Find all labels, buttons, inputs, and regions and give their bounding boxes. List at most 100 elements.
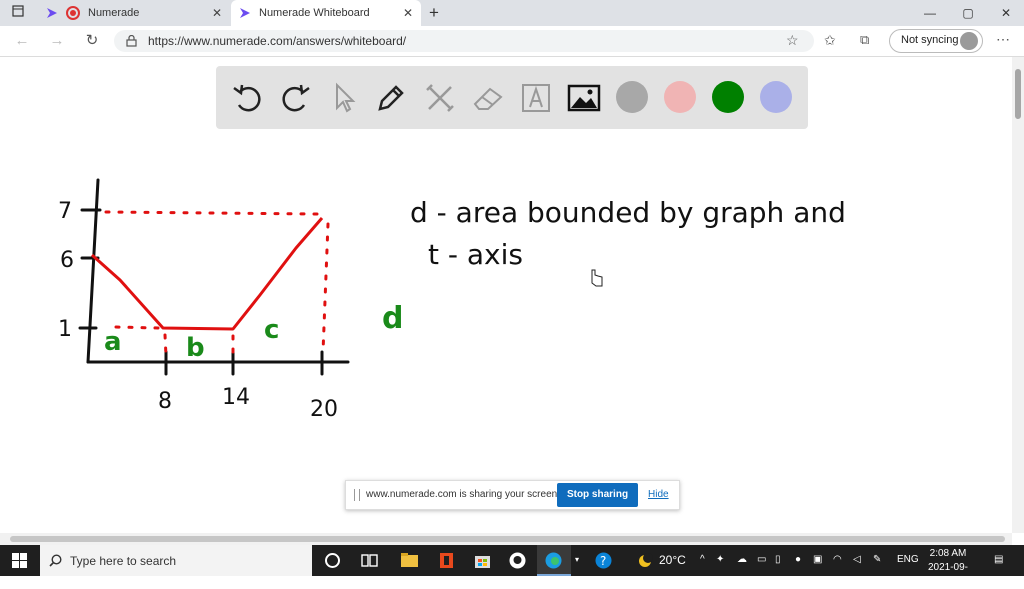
sync-label: Not syncing [901,34,959,46]
weather-moon-icon[interactable] [636,551,655,570]
windows-start-icon[interactable] [12,553,27,568]
pen-icon[interactable] [373,80,409,116]
share-message: www.numerade.com is sharing your screen. [366,489,560,500]
cortana-icon[interactable] [323,551,342,570]
region-label-a: a [104,327,122,357]
clock-date: 2021-09-18 [927,562,969,587]
onedrive-icon[interactable]: ☁ [737,554,747,565]
text-icon[interactable] [518,80,554,116]
new-tab-button[interactable]: + [424,3,444,23]
minimize-icon[interactable]: — [920,3,940,23]
volume-icon[interactable]: ◁ [853,554,861,565]
dropbox-icon[interactable]: ✦ [716,554,724,565]
color-swatch-lavender[interactable] [760,81,792,113]
collections-icon[interactable]: ⧉ [860,32,869,48]
avatar [960,32,978,50]
input-language[interactable]: ENG [897,554,919,565]
more-icon[interactable]: ⋯ [996,31,1010,48]
url-field[interactable]: https://www.numerade.com/answers/whitebo… [114,30,814,52]
taskbar-edge-active[interactable] [537,545,571,576]
note-line-1: d - area bounded by graph and [410,196,846,229]
search-icon [49,554,62,567]
velocity-graph-line [91,217,324,331]
whiteboard-canvas[interactable]: 7 6 1 8 14 20 a b c d d - area bounded b… [0,140,1000,440]
chevron-down-icon[interactable]: ▾ [575,555,579,564]
y-tick-label: 1 [58,317,72,342]
tab-actions-icon[interactable] [8,3,28,23]
vertical-scrollbar[interactable] [1012,57,1024,533]
svg-text:?: ? [600,554,606,568]
close-tab-icon[interactable]: ✕ [212,6,222,20]
color-swatch-pink[interactable] [664,81,696,113]
favorites-icon[interactable]: ✩ [824,32,836,49]
record-icon[interactable]: ● [795,554,801,565]
region-label-b: b [186,333,205,363]
color-swatch-gray[interactable] [616,81,648,113]
tab-numerade-whiteboard[interactable]: Numerade Whiteboard ✕ [231,0,421,26]
x-tick-label: 8 [158,389,172,414]
stop-sharing-button[interactable]: Stop sharing [557,483,638,507]
office-icon[interactable] [437,551,456,570]
distance-label-d: d [382,301,403,336]
y-axis-line [86,178,100,364]
maximize-icon[interactable]: ▢ [958,3,978,23]
weather-temperature[interactable]: 20°C [659,553,686,567]
wifi-icon[interactable]: ◠ [833,554,842,565]
screen-share-banner: www.numerade.com is sharing your screen.… [345,480,680,510]
guide-dotted-line [104,210,322,216]
numerade-logo-icon [47,8,57,18]
profile-sync-button[interactable]: Not syncing [889,29,983,53]
taskbar-search-box[interactable]: Type here to search [40,545,312,576]
note-line-2: t - axis [428,238,523,271]
guide-dotted-line [114,325,160,330]
whiteboard-toolbar [216,66,808,129]
pointer-icon[interactable] [326,80,362,116]
address-bar: ← → ↻ https://www.numerade.com/answers/w… [0,26,1024,57]
clock-time: 2:08 AM [929,548,967,559]
meet-now-icon[interactable]: ▣ [813,554,822,565]
favorite-icon[interactable]: ☆ [786,32,799,49]
edge-browser-icon [545,552,562,569]
region-label-c: c [264,315,279,345]
hide-link[interactable]: Hide [648,489,669,500]
tab-title: Numerade [88,7,140,19]
refresh-icon[interactable]: ↻ [82,31,102,51]
taskbar: Type here to search ▾ ? 20°C ^ ✦ ☁ ▭ ▯ ●… [0,545,1024,587]
color-swatch-green[interactable] [712,81,744,113]
eraser-icon[interactable] [470,80,506,116]
store-icon[interactable] [473,551,492,570]
x-tick-label: 20 [310,397,338,422]
battery-icon[interactable]: ▯ [775,554,781,565]
mouse-cursor-icon [591,269,603,287]
pen-tray-icon[interactable]: ✎ [873,554,881,565]
recording-icon [66,6,80,20]
image-icon[interactable] [566,80,602,116]
numerade-logo-icon [240,8,250,18]
redo-icon[interactable] [277,80,313,116]
back-icon[interactable]: ← [12,31,32,51]
close-window-icon[interactable]: ✕ [996,3,1016,23]
network-icon[interactable]: ▭ [757,554,766,565]
help-icon[interactable]: ? [594,551,613,570]
show-hidden-icons-icon[interactable]: ^ [700,554,705,565]
y-tick-label: 7 [58,199,72,224]
close-tab-icon[interactable]: ✕ [403,6,413,20]
file-explorer-icon[interactable] [400,551,419,570]
guide-dotted-line [321,222,330,354]
github-icon[interactable] [508,551,527,570]
forward-icon[interactable]: → [47,31,67,51]
task-view-icon[interactable] [360,551,379,570]
y-tick-label: 6 [60,248,74,273]
taskbar-clock[interactable]: 2:08 AM 2021-09-18 [926,547,970,589]
tab-title: Numerade Whiteboard [259,7,370,19]
url-text: https://www.numerade.com/answers/whitebo… [148,34,407,48]
tab-strip: Numerade ✕ Numerade Whiteboard ✕ + — ▢ ✕ [0,0,1024,26]
search-placeholder: Type here to search [70,554,177,568]
notifications-icon[interactable]: ▤ [994,554,1003,565]
horizontal-scrollbar[interactable] [0,533,1012,545]
drag-handle-icon[interactable] [354,489,360,501]
tools-icon[interactable] [422,80,458,116]
lock-icon[interactable] [126,35,137,47]
undo-icon[interactable] [230,80,266,116]
tab-numerade[interactable]: Numerade ✕ [40,0,230,26]
